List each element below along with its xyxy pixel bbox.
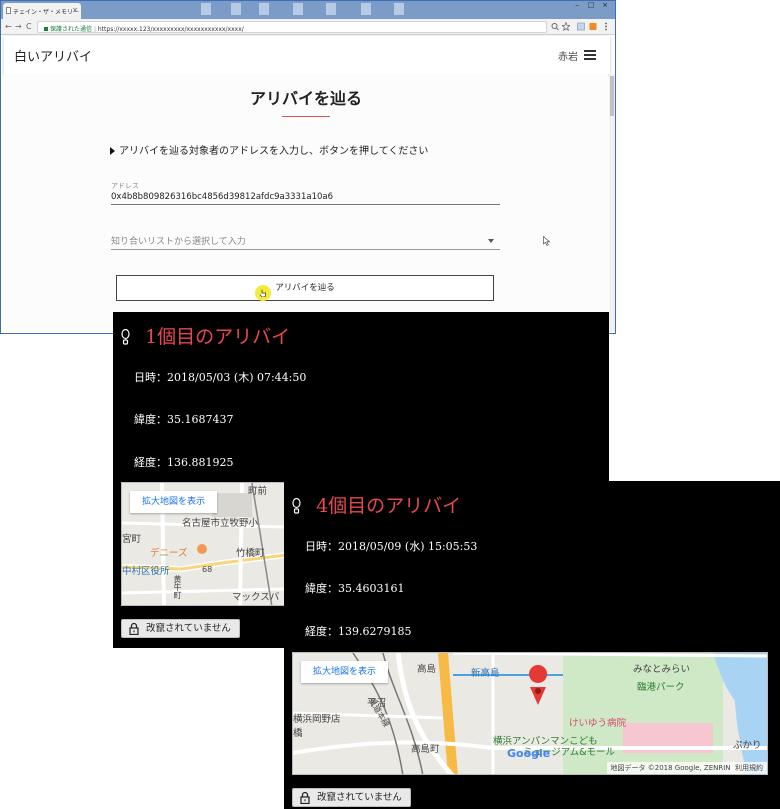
tamper-status-button[interactable]: 改竄されていません (292, 788, 411, 807)
back-button[interactable]: ← (5, 22, 12, 31)
web-page: 白いアリバイ 赤岩 アリバイを辿る アリバイを辿る対象者のアドレスを入力し、ボタ… (4, 36, 615, 332)
address-input[interactable] (111, 189, 500, 205)
page-icon (6, 7, 11, 14)
forward-button[interactable]: → (15, 22, 22, 31)
browser-tab[interactable]: チェイン・ザ・メモリー × (3, 3, 81, 19)
alibi-longitude: 経度：136.881925 (134, 456, 234, 469)
map-label: 横浜岡野店 (293, 714, 341, 725)
map-label: 高島 (417, 664, 437, 675)
mouse-cursor-icon (543, 236, 551, 246)
google-logo: Google (507, 747, 551, 760)
hand-cursor-icon (259, 289, 266, 297)
contact-list-select[interactable]: 知り合いリストから選択して入力 (111, 234, 500, 250)
zoom-icon[interactable] (551, 22, 559, 31)
address-bar: ← → C 保護された通信 | https://xxxxx.123/xxxxxx… (1, 19, 615, 35)
close-window-button[interactable]: × (601, 2, 609, 9)
tamper-status-label: 改竄されていません (317, 792, 402, 803)
alibi-datetime: 日時：2018/05/09 (水) 15:05:53 (305, 540, 478, 553)
alibi-datetime: 日時：2018/05/03 (木) 07:44:50 (134, 371, 307, 384)
select-placeholder: 知り合いリストから選択して入力 (111, 237, 246, 247)
tab-title: チェイン・ザ・メモリー (13, 9, 80, 16)
footprint-icon (292, 498, 301, 514)
bookmark-star-icon[interactable] (562, 22, 570, 31)
lock-icon (300, 791, 310, 804)
tab-close-icon[interactable]: × (72, 6, 78, 14)
url-text: https://xxxxx.123/xxxxxxxxx/xxxxxxxxxxx/… (97, 26, 244, 33)
desktop-icon (361, 3, 371, 15)
menu-dots-icon[interactable] (602, 22, 610, 31)
map-label: みなとみらい (633, 664, 691, 675)
desktop-icon (231, 3, 241, 15)
map-label: 臨港パーク (637, 682, 685, 693)
map-label: 高島町 (411, 744, 440, 755)
desktop-icon (201, 3, 211, 15)
desktop-icon (326, 3, 336, 15)
map-label: 黄牛町 (173, 575, 182, 599)
extension-fox-icon[interactable] (589, 22, 597, 31)
alibi-latitude: 緯度：35.1687437 (134, 413, 234, 426)
enlarge-map-link[interactable]: 拡大地図を表示 (301, 661, 389, 683)
alibi-title: 1個目のアリバイ (145, 326, 291, 348)
map-label: 名古屋市立牧野小 (182, 518, 259, 529)
map-label: 宮町 (122, 534, 142, 545)
terms-link[interactable]: 利用規約 (735, 764, 763, 772)
alibi-card: 4個目のアリバイ 日時：2018/05/09 (水) 15:05:53 緯度：3… (284, 481, 780, 809)
alibi-longitude: 経度：139.6279185 (305, 625, 412, 638)
map-label: 68 (202, 565, 213, 574)
dropdown-caret-icon (488, 239, 494, 243)
alibi-title: 4個目のアリバイ (316, 495, 462, 517)
tamper-status-label: 改竄されていません (146, 623, 231, 634)
trace-alibi-button[interactable]: アリバイを辿る (116, 275, 494, 301)
instruction-text: アリバイを辿る対象者のアドレスを入力し、ボタンを押してください (110, 142, 428, 157)
footprint-icon (121, 329, 130, 345)
map-label: デニーズ (150, 548, 188, 559)
desktop-icon (259, 3, 269, 15)
map-label: 中村区役所 (122, 566, 170, 577)
browser-window: チェイン・ザ・メモリー × – □ × ← → C 保護された通信 | http… (0, 0, 616, 334)
tab-strip: チェイン・ザ・メモリー × – □ × (1, 1, 615, 19)
map-copyright: 地図データ ©2018 Google, ZENRIN 利用規約 (606, 762, 767, 774)
alibi-title-row: 1個目のアリバイ (121, 322, 290, 349)
location-map[interactable]: 拡大地図を表示 町前 名古屋市立牧野小 宮町 デニーズ 竹橋町 中村区役所 68… (121, 482, 285, 606)
map-label: 橋 (293, 728, 303, 739)
instruction-label: アリバイを辿る対象者のアドレスを入力し、ボタンを押してください (119, 146, 429, 157)
map-label: 新高島 (471, 668, 500, 679)
map-label: けいゆう病院 (569, 718, 627, 729)
title-underline (282, 116, 330, 117)
lock-icon (129, 622, 139, 635)
map-label: ぷかり (733, 740, 762, 751)
url-field[interactable]: 保護された通信 | https://xxxxx.123/xxxxxxxxx/xx… (37, 21, 547, 33)
page-title: アリバイを辿る (249, 89, 362, 108)
alibi-title-row: 4個目のアリバイ (292, 491, 461, 518)
desktop-icon (293, 3, 303, 15)
triangle-bullet-icon (110, 147, 115, 155)
maximize-button[interactable]: □ (587, 2, 595, 9)
page-scrollbar[interactable] (609, 74, 615, 332)
brand-title[interactable]: 白いアリバイ (14, 46, 92, 65)
copyright-text: 地図データ ©2018 Google, ZENRIN (610, 764, 731, 772)
hamburger-menu-icon[interactable] (584, 50, 596, 60)
reload-button[interactable]: C (26, 22, 32, 31)
map-label: 竹橋町 (236, 548, 265, 559)
main-content: アリバイを辿る アリバイを辿る対象者のアドレスを入力し、ボタンを押してください … (4, 74, 608, 332)
navbar: 白いアリバイ 赤岩 (4, 36, 610, 74)
scrollbar-thumb[interactable] (610, 76, 614, 116)
user-name: 赤岩 (558, 52, 578, 63)
tamper-status-button[interactable]: 改竄されていません (121, 619, 240, 638)
desktop-icon (394, 3, 404, 15)
alibi-latitude: 緯度：35.4603161 (305, 582, 405, 595)
extension-icon[interactable] (577, 22, 585, 31)
enlarge-map-link[interactable]: 拡大地図を表示 (130, 491, 218, 513)
map-label: 町前 (248, 486, 268, 497)
location-map[interactable]: 拡大地図を表示 高島 新高島 みなとみらい 臨港パーク 平沼 横浜岡野店 橋 県… (292, 652, 768, 775)
minimize-button[interactable]: – (573, 2, 581, 9)
secure-lock-icon (44, 27, 48, 31)
secure-label: 保護された通信 (50, 26, 93, 33)
map-label: マックスバ (232, 592, 280, 603)
